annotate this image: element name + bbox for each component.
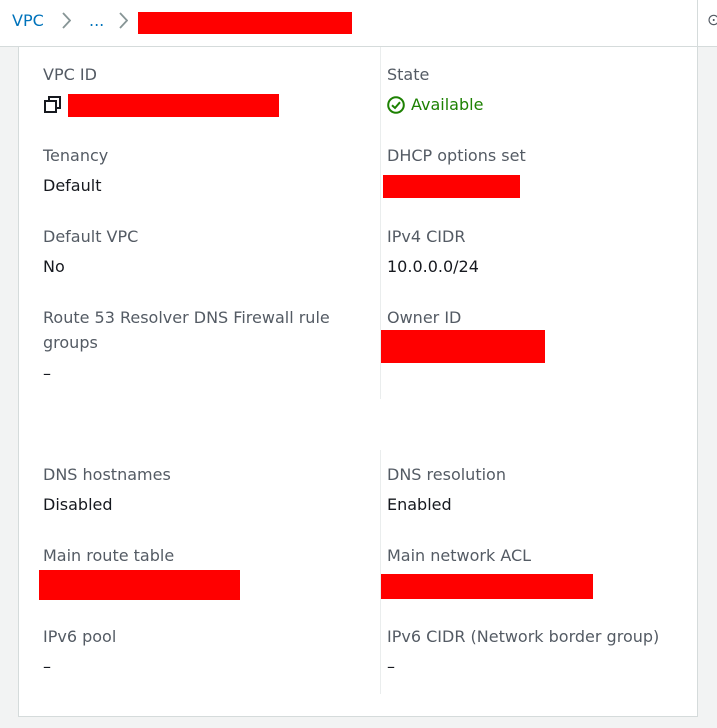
breadcrumb: VPC ... ⊙ xyxy=(0,0,717,47)
dns-hostnames-label: DNS hostnames xyxy=(43,465,171,484)
vpc-id-label: VPC ID xyxy=(43,65,97,84)
check-circle-icon xyxy=(387,96,405,114)
dns-resolution-value: Enabled xyxy=(387,495,452,514)
main-network-acl-value-redacted xyxy=(381,574,593,599)
route53-firewall-value: – xyxy=(43,364,51,383)
owner-id-value-redacted xyxy=(381,330,545,363)
breadcrumb-vpc-link[interactable]: VPC xyxy=(12,11,44,30)
ipv4-cidr-label: IPv4 CIDR xyxy=(387,227,466,246)
route53-firewall-label: Route 53 Resolver DNS Firewall rule grou… xyxy=(43,308,330,352)
tenancy-label: Tenancy xyxy=(43,146,109,165)
vpc-details-panel xyxy=(18,47,698,717)
ipv6-cidr-value: – xyxy=(387,657,395,676)
main-route-table-label: Main route table xyxy=(43,546,175,565)
state-label: State xyxy=(387,65,430,84)
default-vpc-label: Default VPC xyxy=(43,227,139,246)
vpc-id-value-redacted xyxy=(68,94,279,117)
default-vpc-value: No xyxy=(43,257,65,276)
dhcp-options-value-redacted xyxy=(383,175,520,198)
breadcrumb-ellipsis[interactable]: ... xyxy=(89,11,104,30)
owner-id-label: Owner ID xyxy=(387,308,462,327)
ipv6-pool-label: IPv6 pool xyxy=(43,627,117,646)
dns-hostnames-value: Disabled xyxy=(43,495,113,514)
main-route-table-value-redacted xyxy=(39,570,240,600)
chevron-right-icon xyxy=(62,12,71,29)
breadcrumb-current-redacted xyxy=(138,12,352,34)
chevron-right-icon xyxy=(119,12,128,29)
topbar-divider xyxy=(697,0,698,47)
ipv6-cidr-label: IPv6 CIDR (Network border group) xyxy=(387,627,660,646)
partial-icon: ⊙ xyxy=(707,10,717,29)
ipv4-cidr-value: 10.0.0.0/24 xyxy=(387,257,479,276)
copy-icon[interactable] xyxy=(44,96,62,114)
dns-resolution-label: DNS resolution xyxy=(387,465,506,484)
ipv6-pool-value: – xyxy=(43,657,51,676)
state-value: Available xyxy=(411,95,484,114)
column-divider-bottom xyxy=(380,450,381,694)
dhcp-options-label: DHCP options set xyxy=(387,146,526,165)
main-network-acl-label: Main network ACL xyxy=(387,546,532,565)
tenancy-value: Default xyxy=(43,176,102,195)
